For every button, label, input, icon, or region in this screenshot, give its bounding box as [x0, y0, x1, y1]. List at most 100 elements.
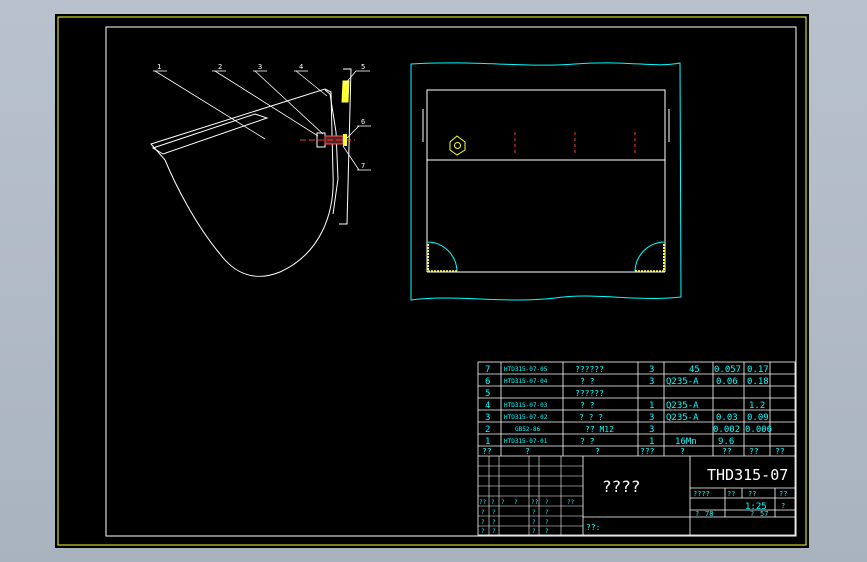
- bom-material: Q235-A: [666, 401, 699, 411]
- bom-code: HTD315-07-05: [504, 366, 548, 373]
- bom-total-weight: 0.09: [747, 413, 769, 423]
- bom-code: HTD315-07-04: [504, 378, 548, 385]
- info-label: ??: [727, 490, 735, 498]
- balloon-3: 3: [258, 63, 262, 71]
- sign-cell: ?: [481, 519, 485, 526]
- inner-frame: [105, 26, 797, 537]
- bom-unit-weight: 0.03: [716, 413, 738, 423]
- sign-cell: ?: [545, 528, 549, 535]
- sign-cell: ?: [545, 519, 549, 526]
- bom-unit-weight: 0.002: [713, 425, 740, 435]
- balloon-2: 2: [218, 63, 222, 71]
- sign-cell: ?: [545, 509, 549, 516]
- sign-cell: ?: [492, 509, 496, 516]
- bom-material: 45: [689, 365, 700, 375]
- bom-no: 5: [485, 389, 490, 399]
- bom-unit-weight: 0.06: [716, 377, 738, 387]
- info-label: ??: [748, 490, 756, 498]
- bom-header-material: ?: [680, 447, 685, 456]
- bom-total-weight: 0.18: [747, 377, 769, 387]
- bom-material: 16Mn: [675, 437, 697, 447]
- drawing-title: ????: [602, 477, 641, 496]
- bom-header-qty: ???: [640, 447, 655, 456]
- bom-qty: 3: [649, 365, 654, 375]
- scoop-lip: [151, 113, 269, 155]
- bom-code: HTD315-07-01: [504, 438, 548, 445]
- cad-drawing: 1 2 3 4 5 6 7 7 HTD315-07-05 ?????? 3 45…: [57, 16, 807, 546]
- bom-header-name: ?: [595, 447, 600, 456]
- bom-qty: 1: [649, 401, 654, 411]
- bom-qty: 3: [649, 425, 654, 435]
- sign-cell: ?: [492, 519, 496, 526]
- bom-total-weight: 1.2: [749, 401, 765, 411]
- section-view: [150, 68, 371, 277]
- nut: [343, 134, 347, 146]
- bom-no: 7: [485, 365, 490, 375]
- bom-name: ? ?: [580, 377, 595, 386]
- sign-cell: ?: [481, 528, 485, 535]
- info-label: ????: [693, 490, 710, 498]
- sign-label: ??: [567, 499, 575, 506]
- info-label: ?: [695, 510, 699, 518]
- bom-no: 2: [485, 425, 490, 435]
- sign-cell: ?: [532, 519, 536, 526]
- info-label: ??: [779, 490, 787, 498]
- hex-nut: [449, 135, 466, 156]
- bom-no: 4: [485, 401, 490, 411]
- sign-cell: ?: [492, 528, 496, 535]
- sheet-count-1: 78: [705, 510, 713, 518]
- bom-no: 3: [485, 413, 490, 423]
- bom-name: ??????: [575, 365, 604, 374]
- bom-unit-weight: 9.6: [718, 437, 734, 447]
- bom-qty: 3: [649, 377, 654, 387]
- bom-no: 1: [485, 437, 490, 447]
- plan-view: [410, 62, 682, 301]
- sign-label: ?: [545, 499, 549, 506]
- sign-cell: ?: [532, 509, 536, 516]
- sheet-count-2: 57: [760, 510, 768, 518]
- bom-name: ? ?: [580, 401, 595, 410]
- bom-header-total-weight: ??: [749, 447, 759, 456]
- outer-frame: [57, 16, 807, 546]
- footer-note: ??:: [586, 523, 600, 532]
- sheet-total: ?: [781, 502, 785, 510]
- bom-header-no: ??: [482, 447, 492, 456]
- bom-name: ??????: [575, 389, 604, 398]
- bom-name: ? ?: [580, 437, 595, 446]
- balloon-7: 7: [361, 162, 365, 170]
- flange-plate: [426, 89, 666, 161]
- drawing-canvas: 1 2 3 4 5 6 7 7 HTD315-07-05 ?????? 3 45…: [55, 14, 809, 548]
- bom-code: HTD315-07-03: [504, 402, 548, 409]
- balloon-1: 1: [157, 63, 161, 71]
- sign-label: ?: [491, 499, 495, 506]
- sign-label: ??: [531, 499, 539, 506]
- sign-label: ?: [501, 499, 505, 506]
- bom-name: ?? M12: [585, 425, 614, 434]
- sign-label: ?: [514, 499, 518, 506]
- bom-no: 6: [485, 377, 490, 387]
- info-label: ?: [750, 510, 754, 518]
- bom-total-weight: 0.006: [745, 425, 772, 435]
- bom-material: Q235-A: [666, 413, 699, 423]
- bom-qty: 1: [649, 437, 654, 447]
- bom-total-weight: 0.17: [747, 365, 769, 375]
- part-number: THD315-07: [707, 466, 788, 484]
- bom-code: GB52-86: [515, 426, 541, 433]
- bom-table: 7 HTD315-07-05 ?????? 3 45 0.057 0.17 6 …: [482, 365, 785, 456]
- weld-hatch: [341, 80, 350, 103]
- bom-header-note: ??: [775, 447, 785, 456]
- drawing-info: ???? ?? ?? ?? 1:25 ? ? 78 ? 57: [693, 490, 787, 518]
- bom-header-code: ?: [525, 447, 530, 456]
- balloon-6: 6: [361, 118, 365, 126]
- bom-unit-weight: 0.057: [714, 365, 741, 375]
- bom-header-unit-weight: ??: [722, 447, 732, 456]
- bom-material: Q235-A: [666, 377, 699, 387]
- scoop-body: [150, 88, 334, 277]
- balloon-5: 5: [361, 63, 365, 71]
- balloon-4: 4: [299, 63, 303, 71]
- signature-block: ?? ? ? ? ?? ? ?? ? ? ? ? ? ? ? ? ? ? ? ?: [479, 499, 575, 535]
- sign-cell: ?: [481, 509, 485, 516]
- sign-cell: ?: [532, 528, 536, 535]
- bom-qty: 3: [649, 413, 654, 423]
- sign-label: ??: [479, 499, 487, 506]
